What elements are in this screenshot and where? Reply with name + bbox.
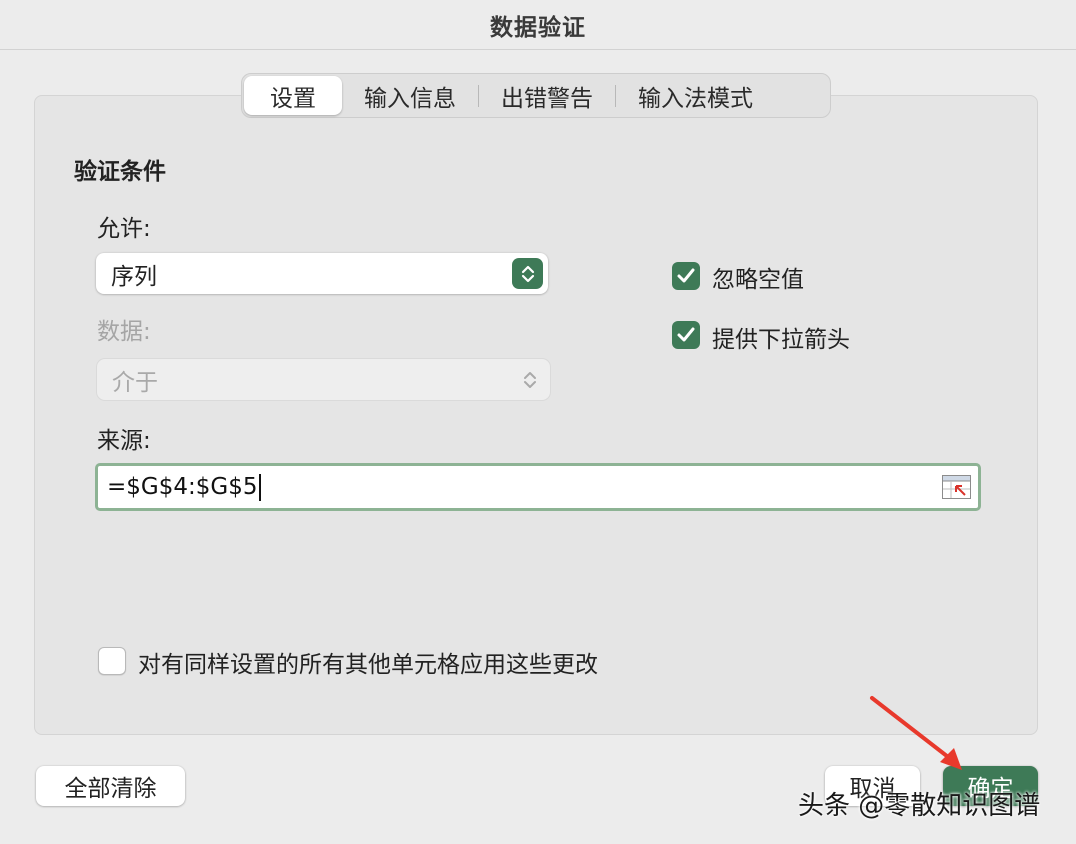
data-label: 数据: [97, 319, 151, 345]
tab-input-message[interactable]: 输入信息 [342, 76, 478, 115]
tab-bar: 设置 输入信息 出错警告 输入法模式 [241, 73, 831, 118]
source-input-value: =$G$4:$G$5 [107, 474, 258, 500]
title-bar: 数据验证 [0, 0, 1076, 50]
source-input[interactable]: =$G$4:$G$5 [95, 463, 981, 511]
data-select: 介于 [97, 359, 550, 400]
data-select-value: 介于 [112, 369, 158, 396]
tab-input-method[interactable]: 输入法模式 [616, 76, 775, 115]
in-cell-dropdown-label: 提供下拉箭头 [712, 327, 850, 353]
annotation-arrow-icon [870, 696, 962, 770]
watermark: 头条 @零散知识图谱 [798, 791, 1041, 821]
tab-error-alert[interactable]: 出错警告 [479, 76, 615, 115]
select-stepper-icon [514, 364, 545, 395]
text-caret [259, 473, 262, 501]
range-selector-icon[interactable] [942, 475, 971, 499]
clear-all-button[interactable]: 全部清除 [36, 766, 185, 806]
ignore-blank-checkbox[interactable] [672, 262, 700, 290]
settings-panel [34, 95, 1038, 735]
source-label: 来源: [97, 428, 151, 454]
apply-all-label: 对有同样设置的所有其他单元格应用这些更改 [138, 652, 598, 678]
ignore-blank-label: 忽略空值 [712, 267, 804, 293]
checkmark-icon [677, 268, 695, 283]
tab-settings[interactable]: 设置 [244, 76, 342, 115]
allow-label: 允许: [97, 216, 151, 242]
allow-select[interactable]: 序列 [96, 253, 548, 294]
checkmark-icon [677, 327, 695, 342]
in-cell-dropdown-checkbox[interactable] [672, 321, 700, 349]
validation-criteria-heading: 验证条件 [74, 159, 166, 185]
select-stepper-icon [512, 258, 543, 289]
window-title: 数据验证 [490, 14, 586, 41]
apply-all-checkbox[interactable] [98, 647, 126, 675]
allow-select-value: 序列 [111, 263, 157, 290]
